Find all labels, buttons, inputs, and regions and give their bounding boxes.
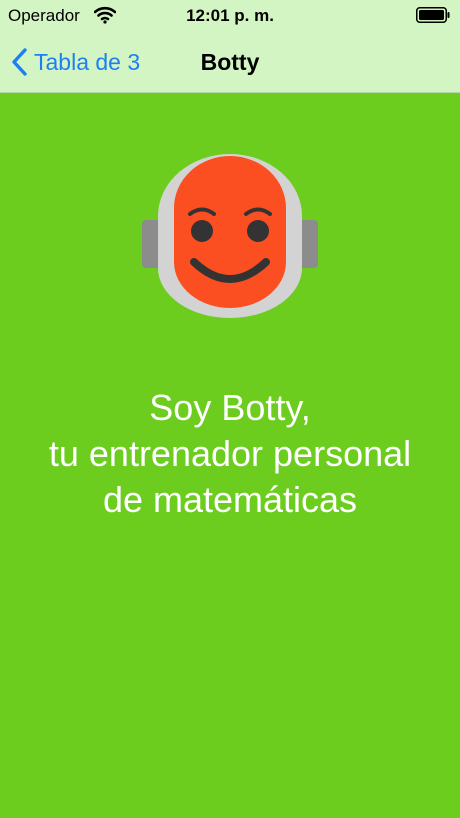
intro-line: de matemáticas	[102, 479, 358, 520]
intro-line: tu entrenador personal	[48, 433, 412, 474]
status-time: 12:01 p. m.	[186, 6, 274, 25]
battery-icon	[416, 7, 450, 23]
status-bar: Operador 12:01 p. m.	[0, 0, 460, 32]
intro-text: Soy Botty, tu entrenador personal de mat…	[0, 385, 460, 523]
intro-line: Soy Botty,	[149, 387, 311, 428]
chevron-left-icon[interactable]	[10, 48, 28, 76]
back-button-label[interactable]: Tabla de 3	[34, 49, 140, 76]
robot-face-icon	[142, 154, 318, 318]
navigation-bar: Tabla de 3 Botty	[0, 32, 460, 93]
back-button[interactable]: Tabla de 3	[10, 44, 140, 80]
